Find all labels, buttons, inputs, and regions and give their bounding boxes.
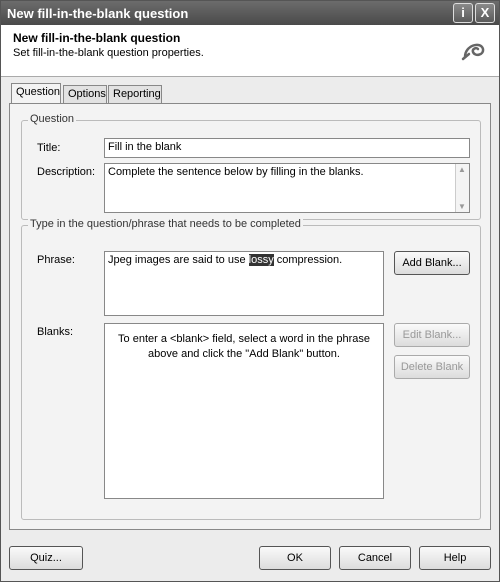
header-title: New fill-in-the-blank question [13,31,181,45]
app-logo-icon [461,43,485,61]
blanks-list[interactable]: To enter a <blank> field, select a word … [104,323,384,499]
scroll-down-icon[interactable]: ▼ [458,202,466,211]
scroll-up-icon[interactable]: ▲ [458,165,466,174]
dialog-window: New fill-in-the-blank question i X New f… [0,0,500,582]
tab-reporting[interactable]: Reporting [108,85,162,103]
phrase-label: Phrase: [37,254,75,266]
description-text: Complete the sentence below by filling i… [108,166,364,178]
help-button[interactable]: Help [419,546,491,570]
question-group-legend: Question [28,113,77,125]
delete-blank-button[interactable]: Delete Blank [394,355,470,379]
cancel-button[interactable]: Cancel [339,546,411,570]
dialog-header: New fill-in-the-blank question Set fill-… [1,25,499,77]
ok-button[interactable]: OK [259,546,331,570]
title-input[interactable]: Fill in the blank [104,138,470,158]
tab-panel: Question Title: Fill in the blank Descri… [9,103,491,530]
description-textarea[interactable]: Complete the sentence below by filling i… [104,163,470,213]
close-button[interactable]: X [475,3,495,23]
description-label: Description: [37,166,96,178]
phrase-textarea[interactable]: Jpeg images are said to use lossy compre… [104,251,384,316]
header-subtitle: Set fill-in-the-blank question propertie… [13,47,204,59]
title-label: Title: [37,142,61,154]
question-group: Question Title: Fill in the blank Descri… [21,113,481,220]
description-scrollbar[interactable]: ▲ ▼ [455,164,469,212]
phrase-text-after: compression. [273,254,343,266]
title-bar[interactable]: New fill-in-the-blank question i X [1,1,499,25]
window-title: New fill-in-the-blank question [7,6,189,21]
phrase-group-legend: Type in the question/phrase that needs t… [28,218,303,230]
blanks-label: Blanks: [37,326,74,338]
quiz-button[interactable]: Quiz... [9,546,83,570]
add-blank-button[interactable]: Add Blank... [394,251,470,275]
phrase-text-before: Jpeg images are said to use [108,254,249,266]
blanks-hint: To enter a <blank> field, select a word … [118,333,370,360]
edit-blank-button[interactable]: Edit Blank... [394,323,470,347]
tab-question[interactable]: Question [11,83,61,104]
info-button[interactable]: i [453,3,473,23]
phrase-selected-word: lossy [248,254,274,266]
tab-options[interactable]: Options [63,85,107,103]
phrase-group: Type in the question/phrase that needs t… [21,218,481,520]
